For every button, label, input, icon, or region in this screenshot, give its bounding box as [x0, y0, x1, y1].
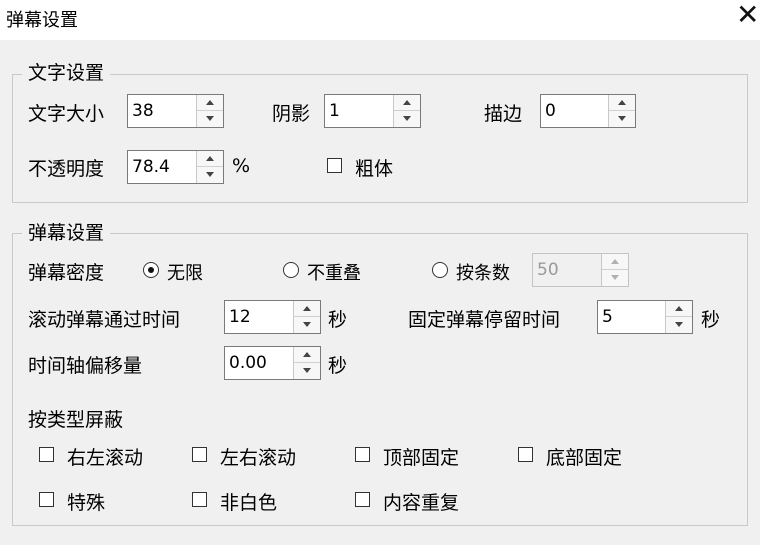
font-size-label: 文字大小	[28, 103, 105, 125]
arrow-up-icon	[206, 156, 214, 161]
window-title: 弹幕设置	[6, 10, 78, 31]
block-label-right-left-scroll[interactable]: 右左滚动	[67, 443, 143, 470]
arrow-up-icon	[303, 306, 311, 311]
block-checkbox-special[interactable]	[39, 492, 54, 507]
stroke-value[interactable]: 0	[545, 101, 556, 121]
fixed-time-value[interactable]: 5	[602, 307, 613, 327]
density-option-no-overlap[interactable]: 不重叠	[307, 259, 361, 285]
block-label-left-right-scroll[interactable]: 左右滚动	[220, 443, 296, 470]
fixed-time-label: 固定弹幕停留时间	[408, 309, 561, 331]
stroke-spinner[interactable]: 0	[540, 94, 636, 128]
font-size-down-button[interactable]	[197, 111, 223, 126]
block-label-non-white[interactable]: 非白色	[220, 488, 277, 515]
density-radio-by-count[interactable]	[432, 262, 448, 278]
font-size-up-button[interactable]	[197, 95, 223, 111]
scroll-time-spinner[interactable]: 12	[224, 300, 321, 334]
density-radio-no-overlap[interactable]	[283, 262, 299, 278]
arrow-down-icon	[618, 116, 626, 121]
stroke-up-button[interactable]	[609, 95, 635, 111]
bold-checkbox[interactable]	[327, 158, 342, 173]
fixed-time-down-button[interactable]	[666, 317, 692, 332]
offset-spinner[interactable]: 0.00	[224, 346, 321, 380]
density-radio-unlimited[interactable]	[143, 262, 159, 278]
title-bar	[0, 0, 760, 40]
stroke-label: 描边	[484, 103, 523, 125]
offset-label: 时间轴偏移量	[28, 355, 143, 377]
arrow-down-icon	[403, 116, 411, 121]
bold-label[interactable]: 粗体	[355, 154, 393, 181]
opacity-label: 不透明度	[28, 158, 105, 180]
arrow-down-icon	[611, 275, 619, 280]
arrow-down-icon	[303, 368, 311, 373]
block-label-duplicate-content[interactable]: 内容重复	[383, 488, 459, 515]
offset-value[interactable]: 0.00	[229, 353, 267, 373]
danmaku-settings-group	[12, 233, 748, 526]
arrow-up-icon	[611, 259, 619, 264]
arrow-up-icon	[675, 306, 683, 311]
arrow-down-icon	[303, 322, 311, 327]
offset-up-button[interactable]	[294, 347, 320, 363]
count-down-button	[602, 270, 628, 285]
shadow-value[interactable]: 1	[329, 101, 340, 121]
close-icon[interactable]: ✕	[736, 0, 759, 32]
arrow-down-icon	[206, 116, 214, 121]
scroll-time-unit: 秒	[328, 309, 348, 331]
density-option-unlimited[interactable]: 无限	[167, 259, 203, 285]
arrow-down-icon	[675, 322, 683, 327]
fixed-time-unit: 秒	[701, 309, 721, 331]
shadow-down-button[interactable]	[394, 111, 420, 126]
block-label-special[interactable]: 特殊	[67, 488, 105, 515]
font-size-value[interactable]: 38	[132, 101, 154, 121]
block-checkbox-non-white[interactable]	[192, 492, 207, 507]
text-settings-legend: 文字设置	[22, 62, 111, 84]
offset-unit: 秒	[328, 355, 348, 377]
opacity-up-button[interactable]	[197, 151, 223, 167]
block-by-type-label: 按类型屏蔽	[28, 409, 124, 431]
block-label-top-fixed[interactable]: 顶部固定	[383, 443, 459, 470]
density-option-by-count[interactable]: 按条数	[456, 259, 510, 285]
scroll-time-label: 滚动弹幕通过时间	[28, 309, 181, 331]
opacity-value[interactable]: 78.4	[132, 157, 170, 177]
shadow-up-button[interactable]	[394, 95, 420, 111]
stroke-down-button[interactable]	[609, 111, 635, 126]
opacity-unit: %	[232, 155, 251, 177]
fixed-time-spinner[interactable]: 5	[597, 300, 693, 334]
opacity-down-button[interactable]	[197, 167, 223, 182]
count-value: 50	[537, 260, 559, 280]
scroll-time-down-button[interactable]	[294, 317, 320, 332]
fixed-time-up-button[interactable]	[666, 301, 692, 317]
danmaku-settings-legend: 弹幕设置	[22, 222, 111, 244]
arrow-up-icon	[303, 352, 311, 357]
block-checkbox-top-fixed[interactable]	[355, 447, 370, 462]
font-size-spinner[interactable]: 38	[127, 94, 224, 128]
block-checkbox-right-left-scroll[interactable]	[39, 447, 54, 462]
scroll-time-up-button[interactable]	[294, 301, 320, 317]
block-checkbox-bottom-fixed[interactable]	[518, 447, 533, 462]
arrow-up-icon	[403, 100, 411, 105]
block-label-bottom-fixed[interactable]: 底部固定	[546, 443, 622, 470]
count-spinner: 50	[532, 253, 629, 287]
arrow-down-icon	[206, 172, 214, 177]
shadow-label: 阴影	[272, 103, 311, 125]
density-label: 弹幕密度	[28, 262, 105, 284]
arrow-up-icon	[206, 100, 214, 105]
arrow-up-icon	[618, 100, 626, 105]
scroll-time-value[interactable]: 12	[229, 307, 251, 327]
block-checkbox-duplicate-content[interactable]	[355, 492, 370, 507]
shadow-spinner[interactable]: 1	[324, 94, 421, 128]
count-up-button	[602, 254, 628, 270]
opacity-spinner[interactable]: 78.4	[127, 150, 224, 184]
block-checkbox-left-right-scroll[interactable]	[192, 447, 207, 462]
offset-down-button[interactable]	[294, 363, 320, 378]
